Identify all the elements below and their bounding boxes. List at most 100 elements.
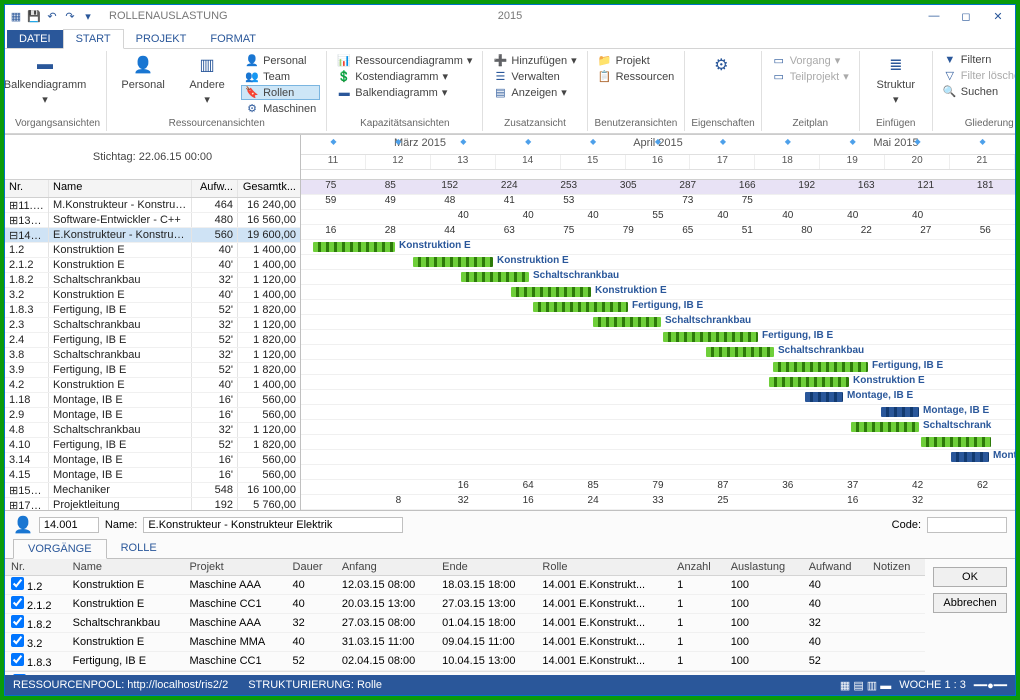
tab-format[interactable]: FORMAT [198,30,268,48]
gantt-row[interactable]: Schaltschrank [301,420,1015,435]
list-row[interactable]: 4.8Schaltschrankbau32'1 120,00 [5,423,300,438]
gantt-row[interactable]: Montage, IB E [301,405,1015,420]
list-row[interactable]: 1.2Konstruktion E40'1 400,00 [5,243,300,258]
grid-col[interactable]: Nr. [5,559,67,576]
maximize-icon[interactable]: ◻ [953,10,979,23]
rollen-item[interactable]: 🔖Rollen [241,85,320,100]
tab-projekt[interactable]: PROJEKT [124,30,199,48]
view-icons[interactable]: ▦ ▤ ▥ ▬ [840,679,891,692]
grid-col[interactable]: Projekt [183,559,286,576]
grid-col[interactable]: Name [67,559,184,576]
list-row[interactable]: 1.18Montage, IB E16'560,00 [5,393,300,408]
teilprojekt-item[interactable]: ▭Teilprojekt▾ [768,69,853,84]
filter-loeschen-item[interactable]: ▽Filter löschen▾ [939,68,1015,83]
grid-col[interactable]: Ende [436,559,536,576]
qat-chevron-icon[interactable]: ▾ [81,9,95,23]
gantt-row[interactable]: Fertigung, IB E [301,300,1015,315]
gantt-bar[interactable] [773,362,868,372]
verwalten-item[interactable]: ☰Verwalten [489,69,580,84]
zoom-slider[interactable]: ━━●━━ [974,679,1007,692]
list-row[interactable]: 1.8.2Schaltschrankbau32'1 120,00 [5,273,300,288]
list-row[interactable]: 2.4Fertigung, IB E52'1 820,00 [5,333,300,348]
gantt-bar[interactable] [663,332,758,342]
list-row[interactable]: 2.9Montage, IB E16'560,00 [5,408,300,423]
list-row[interactable]: 4.2Konstruktion E40'1 400,00 [5,378,300,393]
filtern-item[interactable]: ▼Filtern [939,53,1015,67]
gantt-bar[interactable] [313,242,395,252]
redo-icon[interactable]: ↷ [63,9,77,23]
grid-row[interactable]: 1.8.2SchaltschrankbauMaschine AAA3227.03… [5,614,925,633]
anzeigen-item[interactable]: ▤Anzeigen▾ [489,85,580,100]
gantt-row[interactable]: Konstruktion E [301,255,1015,270]
gantt-bar[interactable] [769,377,849,387]
list-row[interactable]: ⊞13.001Software-Entwickler - C++48016 56… [5,213,300,228]
list-row[interactable]: 2.3Schaltschrankbau32'1 120,00 [5,318,300,333]
app-icon[interactable]: ▦ [9,9,23,23]
grid-col[interactable]: Notizen [867,559,925,576]
list-row[interactable]: ⊞11.001M.Konstrukteur - Konstrukteur Me.… [5,198,300,213]
gantt-bar[interactable] [593,317,661,327]
gantt-bar[interactable] [533,302,628,312]
save-icon[interactable]: 💾 [27,9,41,23]
gantt-bar[interactable] [921,437,991,447]
gantt-row[interactable]: Schaltschrankbau [301,270,1015,285]
col-aufwand[interactable]: Aufw... [192,180,238,197]
gantt-row[interactable] [301,435,1015,450]
list-row[interactable]: 2.1.2Konstruktion E40'1 400,00 [5,258,300,273]
gantt-bar[interactable] [511,287,591,297]
gantt-bar[interactable] [851,422,919,432]
balkendiagramm-item[interactable]: ▬Balkendiagramm▾ [333,85,476,100]
suchen-item[interactable]: 🔍Suchen [939,84,1015,99]
grid-col[interactable]: Dauer [287,559,336,576]
gantt-row[interactable]: Schaltschrankbau [301,315,1015,330]
gantt-bar[interactable] [951,452,989,462]
gantt-row[interactable] [301,465,1015,480]
grid-row[interactable]: 3.2Konstruktion EMaschine MMA4031.03.15 … [5,633,925,652]
maschinen-item[interactable]: ⚙Maschinen [241,101,320,116]
grid-row[interactable]: 1.8.3Fertigung, IB EMaschine CC15202.04.… [5,652,925,671]
grid-col[interactable]: Anfang [336,559,436,576]
ressourcendiagramm-item[interactable]: 📊Ressourcendiagramm▾ [333,53,476,68]
list-row[interactable]: 4.15Montage, IB E16'560,00 [5,468,300,483]
cancel-button[interactable]: Abbrechen [933,593,1007,613]
col-name[interactable]: Name [49,180,192,197]
ressourcen-item[interactable]: 📋Ressourcen [594,69,679,84]
detail-code-field[interactable] [927,517,1007,533]
team-item[interactable]: 👥Team [241,69,320,84]
col-nr[interactable]: Nr. [5,180,49,197]
personal-item[interactable]: 👤Personal [241,53,320,68]
balkendiagramm-button[interactable]: ▬Balkendiagramm▾ [15,53,75,106]
vorgang-item[interactable]: ▭Vorgang▾ [768,53,853,68]
gantt-row[interactable]: Konstruktion E [301,285,1015,300]
gantt-row[interactable]: Fertigung, IB E [301,360,1015,375]
gantt-bar[interactable] [706,347,774,357]
gantt-bar[interactable] [881,407,919,417]
gantt-row[interactable]: Montage, IB E [301,390,1015,405]
gantt-bar[interactable] [413,257,493,267]
minimize-icon[interactable]: — [921,10,947,23]
grid-row[interactable]: 1.2Konstruktion EMaschine AAA4012.03.15 … [5,576,925,595]
kostendiagramm-item[interactable]: 💲Kostendiagramm▾ [333,69,476,84]
list-row[interactable]: 4.10Fertigung, IB E52'1 820,00 [5,438,300,453]
close-icon[interactable]: ✕ [985,10,1011,23]
list-body[interactable]: ⊞11.001M.Konstrukteur - Konstrukteur Me.… [5,198,300,510]
gantt-bar[interactable] [461,272,529,282]
gantt-bar[interactable] [805,392,843,402]
eigenschaften-button[interactable]: ⚙ [691,53,751,77]
gantt-row[interactable]: Montage [301,450,1015,465]
hinzufuegen-item[interactable]: ➕Hinzufügen▾ [489,53,580,68]
detail-id-field[interactable] [39,517,99,533]
detail-name-field[interactable] [143,517,403,533]
undo-icon[interactable]: ↶ [45,9,59,23]
list-row[interactable]: 3.14Montage, IB E16'560,00 [5,453,300,468]
grid-col[interactable]: Rolle [536,559,671,576]
gantt-row[interactable]: Fertigung, IB E [301,330,1015,345]
ok-button[interactable]: OK [933,567,1007,587]
col-gesamtkosten[interactable]: Gesamtk... [238,180,300,197]
grid-col[interactable]: Aufwand [803,559,867,576]
andere-button[interactable]: ▥Andere▾ [177,53,237,106]
struktur-button[interactable]: ≣Struktur▾ [866,53,926,106]
list-row[interactable]: ⊞17.001Projektleitung1925 760,00 [5,498,300,510]
gantt-row[interactable]: Schaltschrankbau [301,345,1015,360]
list-row[interactable]: ⊟14.001E.Konstrukteur - Konstrukteur Ele… [5,228,300,243]
